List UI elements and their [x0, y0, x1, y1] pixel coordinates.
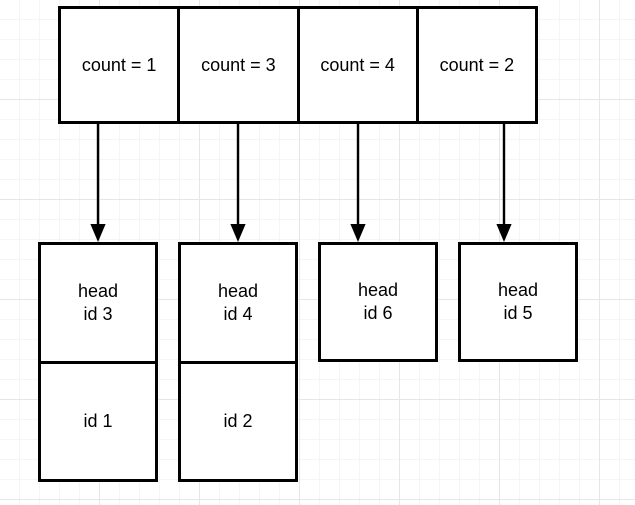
bucket-1-slot-1-head-label: head: [77, 280, 119, 301]
bucket-box-1[interactable]: head id 3 id 1: [38, 242, 158, 482]
bucket-1-slot-1-id-label: id 3: [83, 303, 113, 324]
bucket-4-slot-1-head-label: head: [497, 279, 539, 300]
counter-label-2: count = 3: [201, 54, 276, 75]
counter-label-4: count = 2: [439, 54, 515, 75]
bucket-1-slot-2-id-label: id 1: [83, 410, 113, 431]
arrow-down-icon-1: [87, 122, 109, 242]
bucket-2-slot-1-id-label: id 4: [223, 303, 253, 324]
bucket-4-slot-1[interactable]: head id 5: [461, 245, 575, 359]
counters-container: count = 1 count = 3 count = 4 count = 2: [58, 6, 538, 124]
bucket-2-slot-2[interactable]: id 2: [181, 364, 295, 480]
counter-label-3: count = 4: [320, 54, 395, 75]
counter-cell-3[interactable]: count = 4: [300, 9, 419, 121]
bucket-3-slot-1-head-label: head: [357, 279, 399, 300]
bucket-2-slot-1[interactable]: head id 4: [181, 245, 295, 364]
arrow-down-icon-2: [227, 122, 249, 242]
arrow-down-icon-3: [347, 122, 369, 242]
bucket-1-slot-1[interactable]: head id 3: [41, 245, 155, 364]
bucket-box-2[interactable]: head id 4 id 2: [178, 242, 298, 482]
bucket-2-slot-2-id-label: id 2: [223, 410, 253, 431]
counter-cell-2[interactable]: count = 3: [180, 9, 300, 121]
arrow-down-icon-4: [493, 122, 515, 242]
counter-label-1: count = 1: [81, 54, 157, 75]
counter-cell-4[interactable]: count = 2: [419, 9, 535, 121]
bucket-1-slot-2[interactable]: id 1: [41, 364, 155, 480]
bucket-box-3[interactable]: head id 6: [318, 242, 438, 362]
bucket-3-slot-1[interactable]: head id 6: [321, 245, 435, 359]
bucket-4-slot-1-id-label: id 5: [503, 303, 533, 323]
bucket-box-4[interactable]: head id 5: [458, 242, 578, 362]
bucket-3-slot-1-id-label: id 6: [363, 303, 393, 323]
counter-cell-1[interactable]: count = 1: [61, 9, 181, 121]
bucket-2-slot-1-head-label: head: [217, 280, 259, 301]
diagram-canvas: count = 1 count = 3 count = 4 count = 2: [0, 0, 635, 505]
